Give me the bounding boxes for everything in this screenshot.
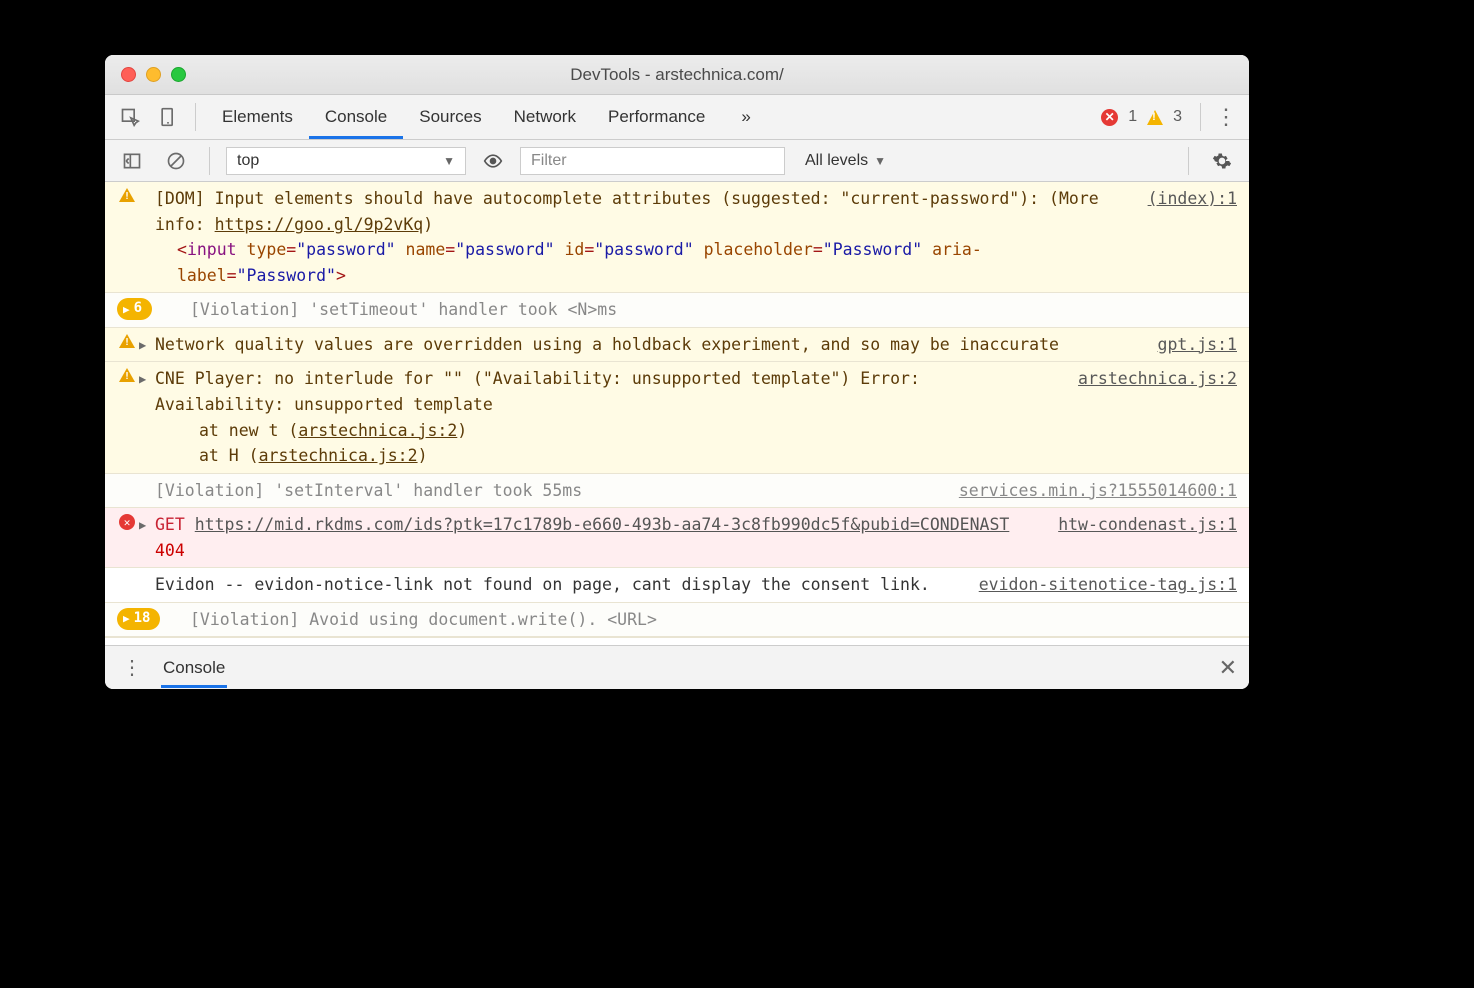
log-row[interactable]: ▶ 18 [Violation] Avoid using document.wri… xyxy=(105,603,1249,638)
chevron-down-icon: ▼ xyxy=(874,154,886,168)
console-log-area: [DOM] Input elements should have autocom… xyxy=(105,182,1249,637)
zoom-icon[interactable] xyxy=(171,67,186,82)
inspect-element-icon[interactable] xyxy=(113,100,147,134)
console-toolbar: top ▼ Filter All levels ▼ xyxy=(105,140,1249,182)
tabs-overflow-button[interactable]: » xyxy=(725,95,766,139)
disclosure-triangle-icon[interactable]: ▶ xyxy=(139,516,146,535)
levels-label: All levels xyxy=(805,152,868,170)
devtools-window: DevTools - arstechnica.com/ ElementsCons… xyxy=(105,55,1249,689)
close-icon[interactable] xyxy=(121,67,136,82)
chevron-down-icon: ▼ xyxy=(443,154,455,168)
log-row[interactable]: ▶ Network quality values are overridden u… xyxy=(105,328,1249,363)
main-tabbar: ElementsConsoleSourcesNetworkPerformance… xyxy=(105,95,1249,140)
tab-performance[interactable]: Performance xyxy=(592,95,721,139)
log-message: [Violation] 'setTimeout' handler took <N… xyxy=(190,297,1237,323)
stack-link[interactable]: arstechnica.js:2 xyxy=(259,446,418,465)
context-label: top xyxy=(237,152,259,170)
log-source[interactable]: (index):1 xyxy=(1128,186,1237,288)
log-message: Evidon -- evidon-notice-link not found o… xyxy=(155,572,959,598)
toggle-sidebar-icon[interactable] xyxy=(115,144,149,178)
log-source[interactable]: htw-condenast.js:1 xyxy=(1038,512,1237,563)
log-message: [Violation] Avoid using document.write()… xyxy=(190,607,1237,633)
kebab-menu-icon[interactable]: ⋮ xyxy=(1211,104,1241,130)
log-level-select[interactable]: All levels ▼ xyxy=(795,152,896,170)
warning-icon xyxy=(119,334,135,348)
warning-count: 3 xyxy=(1173,108,1182,126)
titlebar: DevTools - arstechnica.com/ xyxy=(105,55,1249,95)
log-message: CNE Player: no interlude for "" ("Availa… xyxy=(155,366,1058,468)
drawer-tab-console[interactable]: Console xyxy=(161,648,227,688)
filter-placeholder: Filter xyxy=(531,152,567,170)
tab-network[interactable]: Network xyxy=(498,95,592,139)
log-message: Network quality values are overridden us… xyxy=(155,332,1138,358)
separator xyxy=(209,147,210,175)
clear-console-icon[interactable] xyxy=(159,144,193,178)
log-source[interactable]: gpt.js:1 xyxy=(1138,332,1237,358)
close-drawer-icon[interactable]: ✕ xyxy=(1219,655,1237,681)
disclosure-triangle-icon[interactable]: ▶ xyxy=(139,370,146,389)
repeat-count-badge: ▶ 6 xyxy=(117,298,152,320)
log-row[interactable]: [DOM] Input elements should have autocom… xyxy=(105,182,1249,293)
drawer-menu-icon[interactable]: ⋮ xyxy=(117,655,147,680)
log-link[interactable]: https://mid.rkdms.com/ids?ptk=17c1789b-e… xyxy=(195,515,1010,534)
window-title: DevTools - arstechnica.com/ xyxy=(105,65,1249,85)
error-badge-icon: ✕ xyxy=(1101,109,1118,126)
separator xyxy=(1188,147,1189,175)
repeat-count-badge: ▶ 18 xyxy=(117,608,160,630)
tab-console[interactable]: Console xyxy=(309,95,403,139)
warning-icon xyxy=(119,368,135,382)
log-message: [DOM] Input elements should have autocom… xyxy=(155,186,1128,288)
log-row[interactable]: ▶ CNE Player: no interlude for "" ("Avail… xyxy=(105,362,1249,473)
log-message: [Violation] 'setInterval' handler took 5… xyxy=(155,478,939,504)
separator xyxy=(1200,103,1201,131)
log-row[interactable]: Evidon -- evidon-notice-link not found o… xyxy=(105,568,1249,603)
log-link[interactable]: https://goo.gl/9p2vKq xyxy=(215,215,424,234)
error-count: 1 xyxy=(1128,108,1137,126)
tab-sources[interactable]: Sources xyxy=(403,95,497,139)
disclosure-triangle-icon[interactable]: ▶ xyxy=(139,336,146,355)
execution-context-select[interactable]: top ▼ xyxy=(226,147,466,175)
log-message: GET https://mid.rkdms.com/ids?ptk=17c178… xyxy=(155,512,1038,563)
device-toolbar-icon[interactable] xyxy=(151,100,185,134)
log-row[interactable]: [Violation] 'setInterval' handler took 5… xyxy=(105,474,1249,509)
console-settings-icon[interactable] xyxy=(1205,144,1239,178)
minimize-icon[interactable] xyxy=(146,67,161,82)
tab-elements[interactable]: Elements xyxy=(206,95,309,139)
warning-badge-icon xyxy=(1147,110,1163,125)
traffic-lights xyxy=(105,67,186,82)
drawer: ⋮ Console ✕ xyxy=(105,645,1249,689)
log-row[interactable]: ▶ 6 [Violation] 'setTimeout' handler took… xyxy=(105,293,1249,328)
error-warning-counts[interactable]: ✕ 1 3 xyxy=(1101,108,1182,126)
log-source[interactable]: evidon-sitenotice-tag.js:1 xyxy=(959,572,1237,598)
filter-input[interactable]: Filter xyxy=(520,147,785,175)
live-expression-icon[interactable] xyxy=(476,144,510,178)
warning-icon xyxy=(119,188,135,202)
separator xyxy=(195,103,196,131)
stack-link[interactable]: arstechnica.js:2 xyxy=(298,421,457,440)
log-source[interactable]: arstechnica.js:2 xyxy=(1058,366,1237,468)
error-icon xyxy=(119,514,135,530)
log-row[interactable]: ▶ GET https://mid.rkdms.com/ids?ptk=17c17… xyxy=(105,508,1249,568)
log-source[interactable]: services.min.js?1555014600:1 xyxy=(939,478,1237,504)
